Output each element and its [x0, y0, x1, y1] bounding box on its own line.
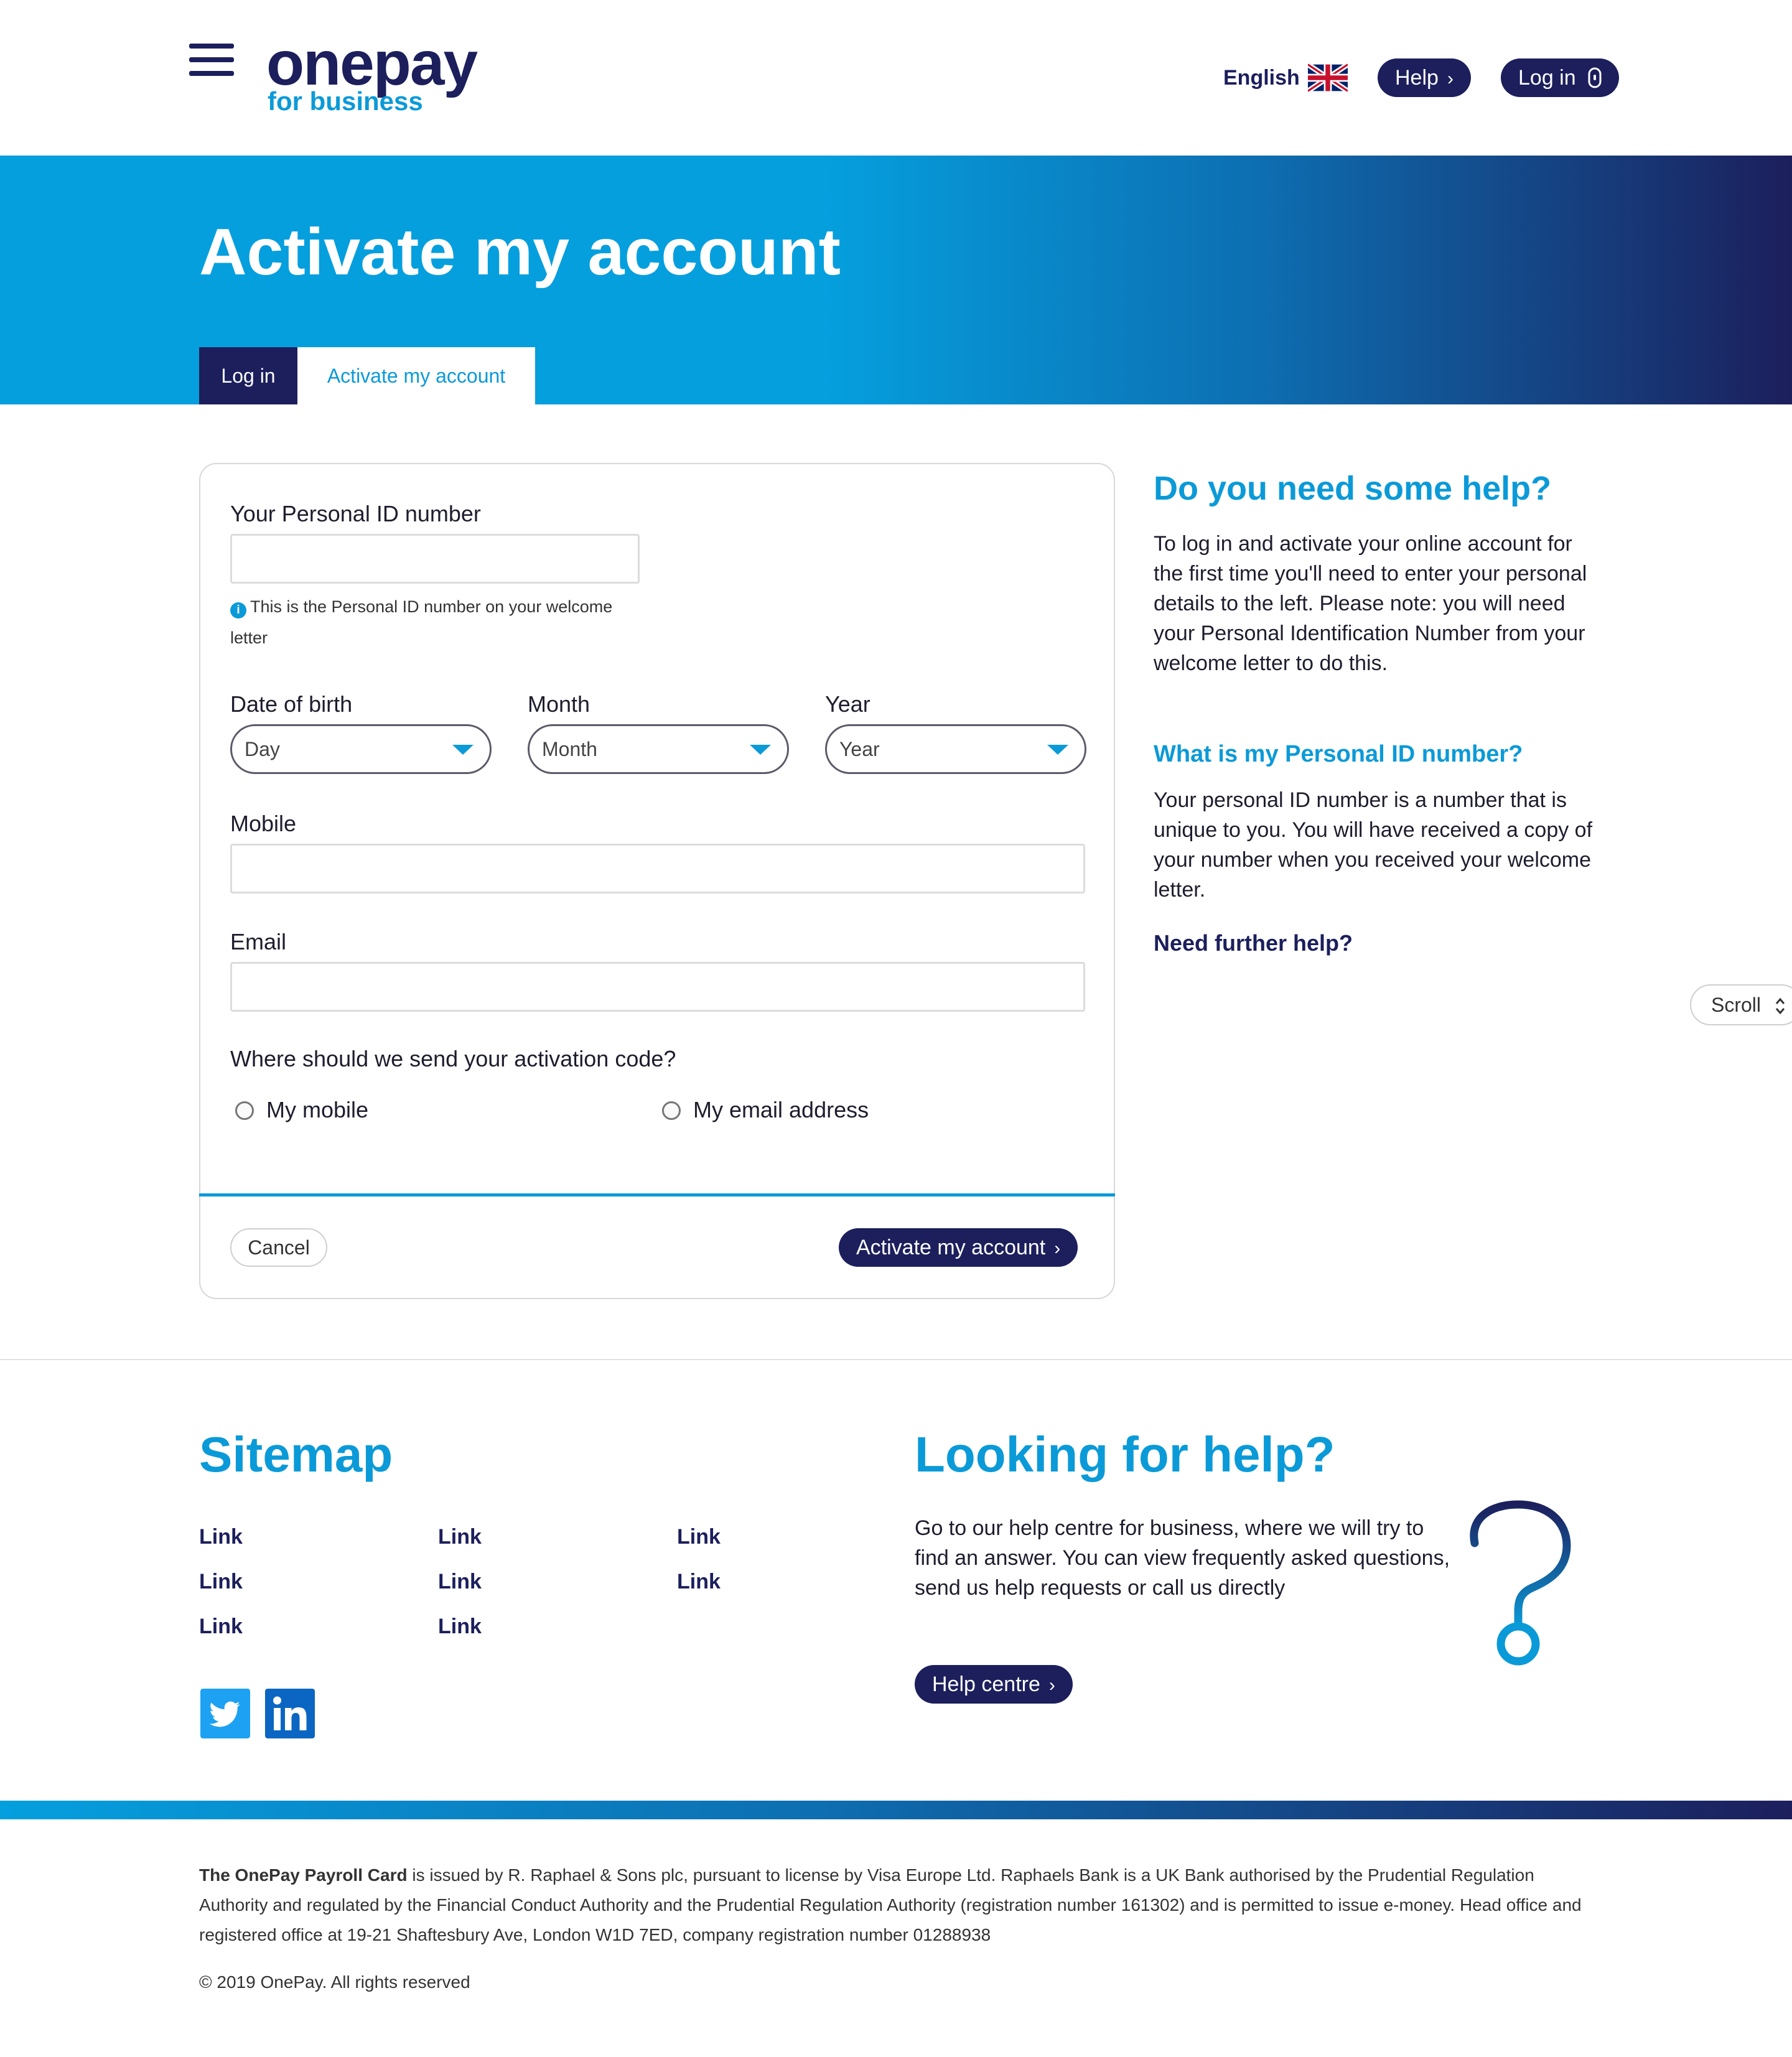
legal-card-name: The OnePay Payroll Card: [199, 1865, 408, 1885]
activation-code-question: Where should we send your activation cod…: [230, 1046, 676, 1071]
uk-flag-icon[interactable]: [1308, 63, 1348, 92]
cancel-button[interactable]: Cancel: [230, 1228, 327, 1267]
mobile-input[interactable]: [230, 844, 1085, 893]
personal-id-explanation: Your personal ID number is a number that…: [1154, 788, 1593, 902]
date-of-birth-label: Date of birth: [230, 691, 353, 717]
scroll-button-label: Scroll: [1711, 994, 1762, 1016]
year-label: Year: [825, 691, 870, 717]
logo-wordmark: onepay: [266, 29, 478, 98]
day-select[interactable]: Day: [230, 724, 492, 774]
dropdown-arrow-icon: [750, 745, 771, 755]
personal-id-hint-text: This is the Personal ID number on your w…: [230, 597, 613, 647]
sitemap-link[interactable]: Link: [438, 1523, 482, 1551]
sitemap-link[interactable]: Link: [677, 1568, 721, 1595]
month-select-value: Month: [542, 738, 597, 760]
activate-account-button-label: Activate my account: [856, 1236, 1046, 1259]
chevron-right-icon: ›: [1048, 1675, 1055, 1696]
logo-subtitle: for business: [268, 86, 423, 116]
sitemap-heading: Sitemap: [199, 1427, 393, 1482]
sitemap-link[interactable]: Link: [677, 1523, 721, 1551]
chevron-right-icon: ›: [1447, 68, 1454, 89]
sitemap-link[interactable]: Link: [199, 1568, 243, 1595]
login-button[interactable]: Log in: [1501, 58, 1620, 97]
sitemap-link[interactable]: Link: [199, 1523, 243, 1551]
personal-id-question-heading: What is my Personal ID number?: [1154, 741, 1523, 767]
sitemap-link[interactable]: Link: [199, 1613, 243, 1640]
menu-icon[interactable]: [189, 44, 234, 76]
onepay-logo[interactable]: onepay for business: [266, 32, 515, 119]
dropdown-arrow-icon: [1047, 745, 1068, 755]
linkedin-icon[interactable]: [265, 1689, 315, 1738]
lock-icon: [1588, 67, 1602, 88]
login-button-label: Log in: [1518, 66, 1576, 90]
legal-text: The OnePay Payroll Card is issued by R. …: [199, 1860, 1593, 1950]
radio-my-email-label[interactable]: My email address: [693, 1096, 869, 1124]
personal-id-input[interactable]: [230, 534, 640, 584]
chevron-right-icon: ›: [1054, 1238, 1061, 1259]
day-select-value: Day: [245, 738, 280, 760]
footer-gradient-band: [0, 1801, 1792, 1819]
footer-divider: [0, 1359, 1792, 1360]
year-select-value: Year: [839, 738, 880, 760]
sitemap-link[interactable]: Link: [438, 1568, 482, 1595]
form-divider: [199, 1193, 1115, 1196]
info-icon: i: [230, 602, 246, 618]
scroll-button[interactable]: Scroll: [1690, 984, 1792, 1025]
question-mark-icon: [1470, 1500, 1571, 1666]
looking-for-help-text: Go to our help centre for business, wher…: [915, 1516, 1450, 1600]
mobile-label: Mobile: [230, 811, 297, 836]
tab-activate-account[interactable]: Activate my account: [297, 347, 535, 404]
help-centre-button-label: Help centre: [932, 1672, 1040, 1696]
email-input[interactable]: [230, 962, 1085, 1012]
help-centre-button[interactable]: Help centre ›: [915, 1665, 1073, 1704]
radio-my-mobile[interactable]: [235, 1101, 254, 1120]
need-further-help-link[interactable]: Need further help?: [1154, 928, 1353, 958]
activate-account-button[interactable]: Activate my account ›: [839, 1228, 1078, 1267]
scroll-arrows-icon: [1775, 997, 1785, 1015]
copyright: © 2019 OnePay. All rights reserved: [199, 1972, 470, 1992]
personal-id-hint: i This is the Personal ID number on your …: [230, 591, 628, 653]
year-select[interactable]: Year: [825, 724, 1086, 774]
sitemap-link[interactable]: Link: [438, 1613, 482, 1640]
help-button[interactable]: Help ›: [1378, 58, 1471, 97]
radio-my-email[interactable]: [662, 1101, 681, 1120]
twitter-icon[interactable]: [200, 1689, 250, 1738]
help-button-label: Help: [1395, 66, 1439, 90]
page-title: Activate my account: [199, 215, 841, 289]
help-sidebar-heading: Do you need some help?: [1154, 470, 1552, 507]
radio-my-mobile-label[interactable]: My mobile: [266, 1096, 368, 1124]
language-selector[interactable]: English: [1223, 62, 1300, 93]
tab-login[interactable]: Log in: [199, 347, 297, 404]
looking-for-help-heading: Looking for help?: [915, 1427, 1335, 1482]
help-sidebar-intro: To log in and activate your online accou…: [1154, 532, 1587, 675]
dropdown-arrow-icon: [452, 745, 474, 755]
month-select[interactable]: Month: [528, 724, 789, 774]
email-label: Email: [230, 929, 287, 954]
month-label: Month: [528, 691, 590, 717]
personal-id-label: Your Personal ID number: [230, 501, 481, 526]
